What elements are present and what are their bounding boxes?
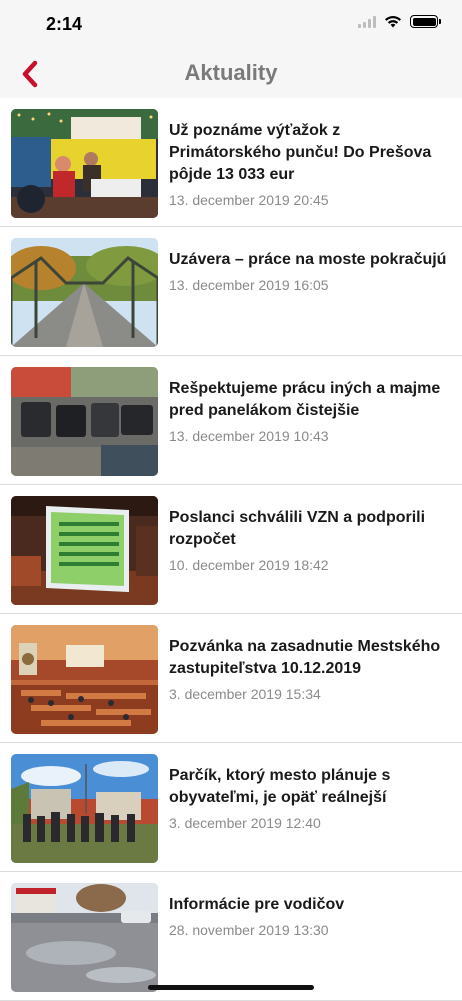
article-title: Rešpektujeme prácu iných a majme pred pa…: [169, 380, 441, 419]
list-item[interactable]: Už poznáme výťažok z Primátorského punču…: [0, 98, 462, 227]
article-title: Parčík, ktorý mesto plánuje s obyvateľmi…: [169, 767, 391, 806]
list-item[interactable]: Parčík, ktorý mesto plánuje s obyvateľmi…: [0, 743, 462, 872]
article-thumbnail: [11, 625, 158, 734]
article-list: Už poznáme výťažok z Primátorského punču…: [0, 98, 462, 1001]
status-icons: [358, 15, 441, 28]
article-date: 3. december 2019 12:40: [169, 815, 321, 831]
article-thumbnail: [11, 496, 158, 605]
article-date: 13. december 2019 16:05: [169, 277, 329, 293]
article-date: 10. december 2019 18:42: [169, 557, 329, 573]
list-item[interactable]: Informácie pre vodičov 28. november 2019…: [0, 872, 462, 1001]
status-bar: 2:14: [0, 0, 462, 48]
article-title: Pozvánka na zasadnutie Mestského zastupi…: [169, 638, 441, 677]
list-item[interactable]: Rešpektujeme prácu iných a majme pred pa…: [0, 356, 462, 485]
article-date: 13. december 2019 20:45: [169, 192, 329, 208]
list-item[interactable]: Uzávera – práce na moste pokračujú 13. d…: [0, 227, 462, 356]
article-thumbnail: [11, 883, 158, 992]
home-indicator[interactable]: [148, 985, 314, 990]
article-date: 28. november 2019 13:30: [169, 922, 329, 938]
article-title: Informácie pre vodičov: [169, 896, 345, 913]
article-title: Uzávera – práce na moste pokračujú: [169, 251, 447, 268]
list-item[interactable]: Pozvánka na zasadnutie Mestského zastupi…: [0, 614, 462, 743]
list-item[interactable]: Poslanci schválili VZN a podporili rozpo…: [0, 485, 462, 614]
battery-icon: [410, 15, 441, 28]
article-thumbnail: [11, 238, 158, 347]
article-title: Poslanci schválili VZN a podporili rozpo…: [169, 509, 426, 548]
article-date: 13. december 2019 10:43: [169, 428, 329, 444]
page-title: Aktuality: [184, 60, 278, 85]
article-title: Už poznáme výťažok z Primátorského punču…: [169, 122, 432, 183]
nav-bar: Aktuality: [0, 48, 462, 98]
article-thumbnail: [11, 367, 158, 476]
article-thumbnail: [11, 109, 158, 218]
cellular-signal-icon: [358, 15, 376, 28]
status-time: 2:14: [46, 14, 83, 34]
article-thumbnail: [11, 754, 158, 863]
wifi-icon: [385, 16, 401, 28]
article-date: 3. december 2019 15:34: [169, 686, 321, 702]
